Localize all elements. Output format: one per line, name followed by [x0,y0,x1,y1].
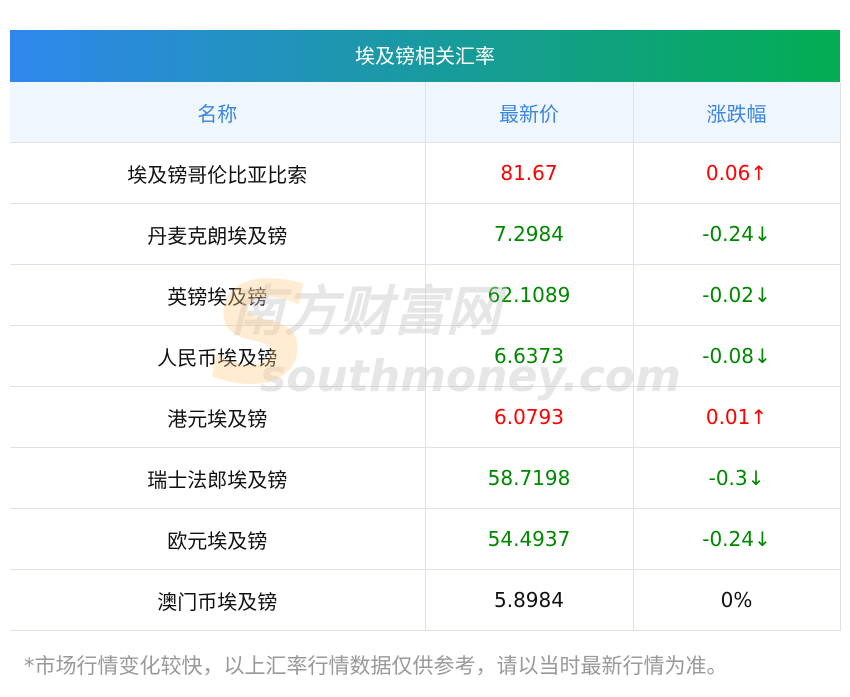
rate-name[interactable]: 英镑埃及镑 [10,264,426,326]
rate-price: 54.4937 [425,508,634,570]
rate-price: 62.1089 [425,264,634,326]
table-header-row: 名称 最新价 涨跌幅 [10,82,841,143]
rate-name[interactable]: 埃及镑哥伦比亚比索 [10,142,426,204]
rate-price: 7.2984 [425,203,634,265]
header-name: 名称 [10,82,426,143]
table-row[interactable]: 瑞士法郎埃及镑 58.7198 -0.3↓ [10,447,841,509]
rate-change: -0.08↓ [633,325,841,387]
rate-price: 58.7198 [425,447,634,509]
table-title: 埃及镑相关汇率 [10,30,840,82]
header-price: 最新价 [425,82,634,143]
header-change: 涨跌幅 [633,82,841,143]
rate-change: 0.06↑ [633,142,841,204]
table-row[interactable]: 丹麦克朗埃及镑 7.2984 -0.24↓ [10,203,841,265]
rate-change: 0.01↑ [633,386,841,448]
table-row[interactable]: 埃及镑哥伦比亚比索 81.67 0.06↑ [10,142,841,204]
table-row[interactable]: 人民币埃及镑 6.6373 -0.08↓ [10,325,841,387]
rate-price: 6.0793 [425,386,634,448]
rate-name[interactable]: 瑞士法郎埃及镑 [10,447,426,509]
rate-name[interactable]: 港元埃及镑 [10,386,426,448]
rate-price: 81.67 [425,142,634,204]
rate-change: -0.02↓ [633,264,841,326]
exchange-rate-table: 名称 最新价 涨跌幅 埃及镑哥伦比亚比索 81.67 0.06↑ 丹麦克朗埃及镑 7.2… [10,82,841,631]
rate-change: 0% [633,569,841,631]
rate-name[interactable]: 人民币埃及镑 [10,325,426,387]
table-row[interactable]: 港元埃及镑 6.0793 0.01↑ [10,386,841,448]
exchange-rate-table-container: 埃及镑相关汇率 名称 最新价 涨跌幅 埃及镑哥伦比亚比索 81.67 0.06↑ 丹麦… [10,30,841,631]
rate-name[interactable]: 欧元埃及镑 [10,508,426,570]
rate-price: 6.6373 [425,325,634,387]
table-row[interactable]: 欧元埃及镑 54.4937 -0.24↓ [10,508,841,570]
table-row[interactable]: 英镑埃及镑 62.1089 -0.02↓ [10,264,841,326]
rate-change: -0.24↓ [633,508,841,570]
table-row[interactable]: 澳门币埃及镑 5.8984 0% [10,569,841,631]
disclaimer-note: *市场行情变化较快，以上汇率行情数据仅供参考，请以当时最新行情为准。 [24,654,728,678]
rate-price: 5.8984 [425,569,634,631]
rate-name[interactable]: 丹麦克朗埃及镑 [10,203,426,265]
rate-change: -0.3↓ [633,447,841,509]
rate-change: -0.24↓ [633,203,841,265]
rate-name[interactable]: 澳门币埃及镑 [10,569,426,631]
